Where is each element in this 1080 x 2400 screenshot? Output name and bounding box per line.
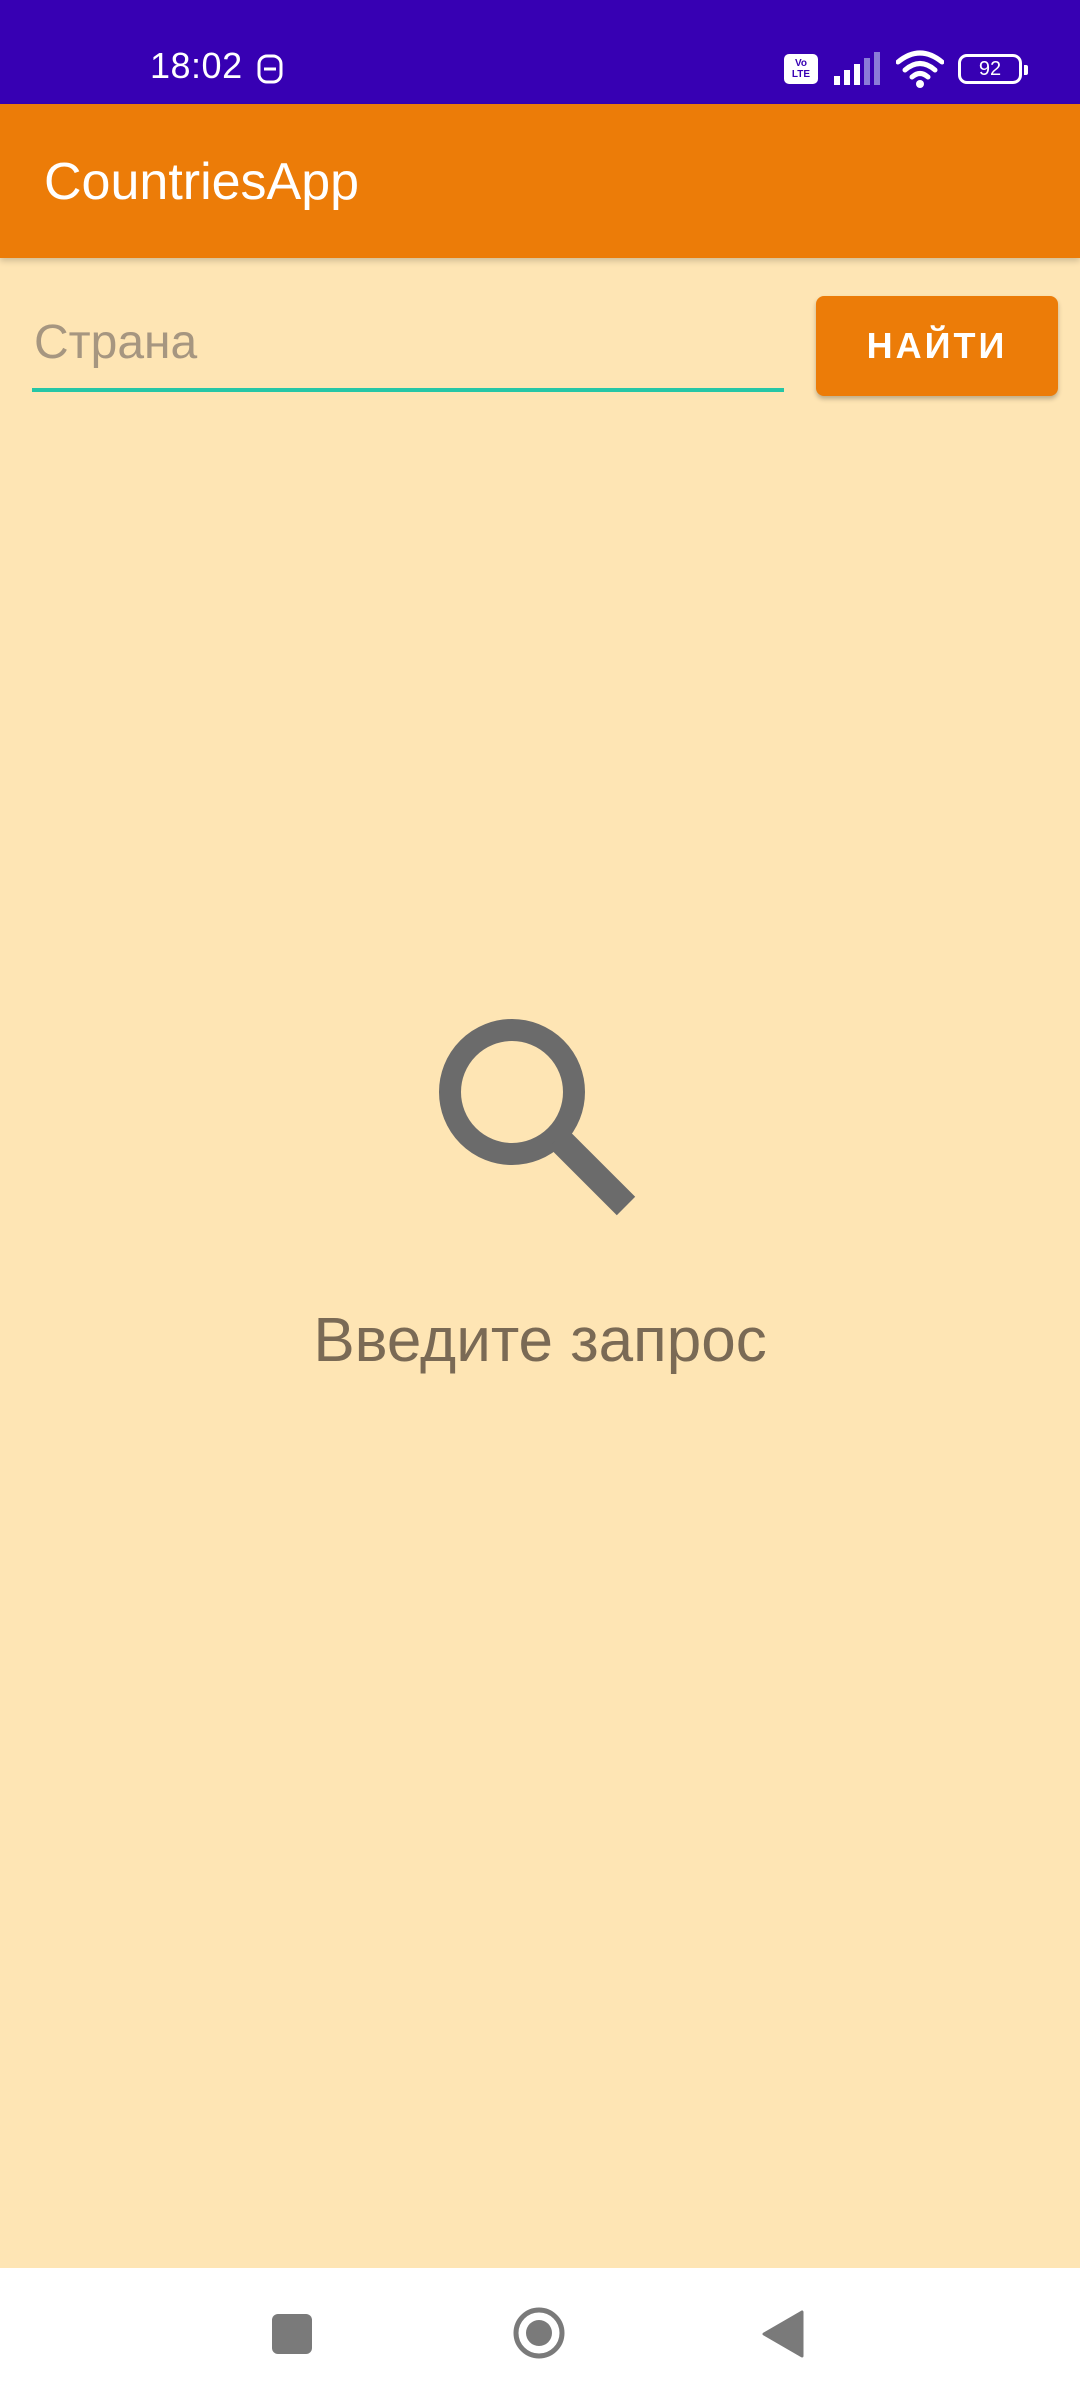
app-bar: CountriesApp <box>0 104 1080 258</box>
status-time: 18:02 <box>150 45 243 86</box>
navigation-bar <box>0 2268 1080 2400</box>
signal-icon <box>834 52 880 85</box>
volte-bottom-label: LTE <box>791 69 811 80</box>
status-bar: 18:02 Vo LTE 92 <box>0 0 1080 104</box>
volte-icon: Vo LTE <box>784 54 818 84</box>
alarm-icon <box>257 54 283 84</box>
app-title: CountriesApp <box>44 153 360 211</box>
status-indicators: Vo LTE 92 <box>784 50 1028 88</box>
back-button[interactable] <box>762 2310 806 2358</box>
recents-button[interactable] <box>272 2314 312 2354</box>
find-button[interactable]: НАЙТИ <box>816 296 1058 396</box>
search-icon <box>439 1019 636 1216</box>
volte-top-label: Vo <box>794 58 808 69</box>
country-search-input[interactable] <box>32 306 784 392</box>
empty-state-message: Введите запрос <box>313 1306 767 1375</box>
battery-level: 92 <box>978 58 1002 80</box>
wifi-icon <box>896 50 944 88</box>
battery-icon: 92 <box>958 54 1028 84</box>
home-button[interactable] <box>512 2306 566 2360</box>
